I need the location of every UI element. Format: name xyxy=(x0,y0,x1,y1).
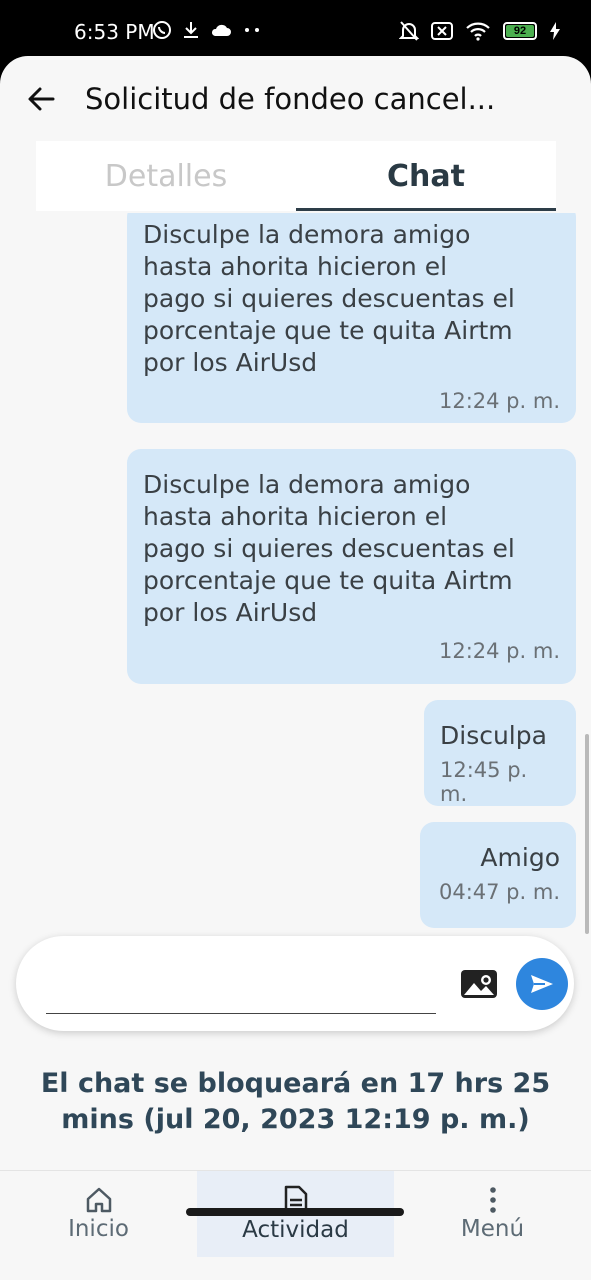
whatsapp-icon xyxy=(153,21,171,39)
charging-icon xyxy=(550,22,560,40)
message-time: 12:45 p. m. xyxy=(440,758,528,806)
back-button[interactable] xyxy=(24,82,58,116)
photo-icon xyxy=(461,970,497,998)
send-button[interactable] xyxy=(516,958,568,1010)
tab-detalles[interactable]: Detalles xyxy=(36,141,296,211)
home-icon xyxy=(86,1187,111,1213)
cloud-icon xyxy=(211,24,231,36)
page-title: Solicitud de fondeo cancel... xyxy=(85,82,496,116)
nav-menu[interactable]: Menú xyxy=(394,1171,591,1257)
nav-label: Menú xyxy=(460,1216,525,1242)
status-time: 6:53 PM xyxy=(74,20,155,44)
chat-lock-notice: El chat se bloqueará en 17 hrs 25 mins (… xyxy=(40,1068,551,1135)
nav-label: Inicio xyxy=(68,1216,129,1242)
message-composer xyxy=(16,936,574,1031)
sim-x-icon xyxy=(431,22,453,40)
message-input[interactable] xyxy=(46,958,436,1014)
message-time: 04:47 p. m. xyxy=(438,880,560,904)
gesture-bar xyxy=(186,1208,404,1216)
message-text: Disculpe la demora amigo hasta ahorita h… xyxy=(143,470,515,627)
more-dots-icon xyxy=(245,28,259,32)
battery-icon: 92 xyxy=(503,22,537,40)
message-time: 12:24 p. m. xyxy=(438,639,560,663)
chat-scrollbar[interactable] xyxy=(585,734,589,934)
more-vertical-icon xyxy=(489,1187,496,1213)
attach-photo-button[interactable] xyxy=(460,966,498,1000)
message-bubble: Amigo 04:47 p. m. xyxy=(420,822,576,928)
battery-level: 92 xyxy=(506,25,534,37)
send-icon xyxy=(531,975,553,993)
download-icon xyxy=(184,22,198,38)
message-time: 12:24 p. m. xyxy=(438,389,560,413)
chat-messages[interactable]: Disculpe la demora amigo hasta ahorita h… xyxy=(0,213,591,948)
nav-inicio[interactable]: Inicio xyxy=(0,1171,197,1257)
header: Solicitud de fondeo cancel... xyxy=(0,56,591,140)
message-bubble: Disculpa 12:45 p. m. xyxy=(424,700,576,806)
message-text: Disculpe la demora amigo hasta ahorita h… xyxy=(143,220,515,377)
message-text: Disculpa xyxy=(440,721,547,750)
tab-chat[interactable]: Chat xyxy=(296,141,556,211)
message-text: Amigo xyxy=(480,843,560,872)
tab-bar: Detalles Chat xyxy=(36,141,556,211)
wifi-icon xyxy=(466,22,490,41)
status-bar: 6:53 PM 92 xyxy=(0,0,591,60)
arrow-left-icon xyxy=(28,87,55,111)
bell-muted-icon xyxy=(399,21,419,41)
nav-label: Actividad xyxy=(242,1217,349,1243)
app-sheet: Solicitud de fondeo cancel... Detalles C… xyxy=(0,56,591,1280)
message-bubble: Disculpe la demora amigo hasta ahorita h… xyxy=(127,449,576,684)
message-bubble: Disculpe la demora amigo hasta ahorita h… xyxy=(127,213,576,423)
